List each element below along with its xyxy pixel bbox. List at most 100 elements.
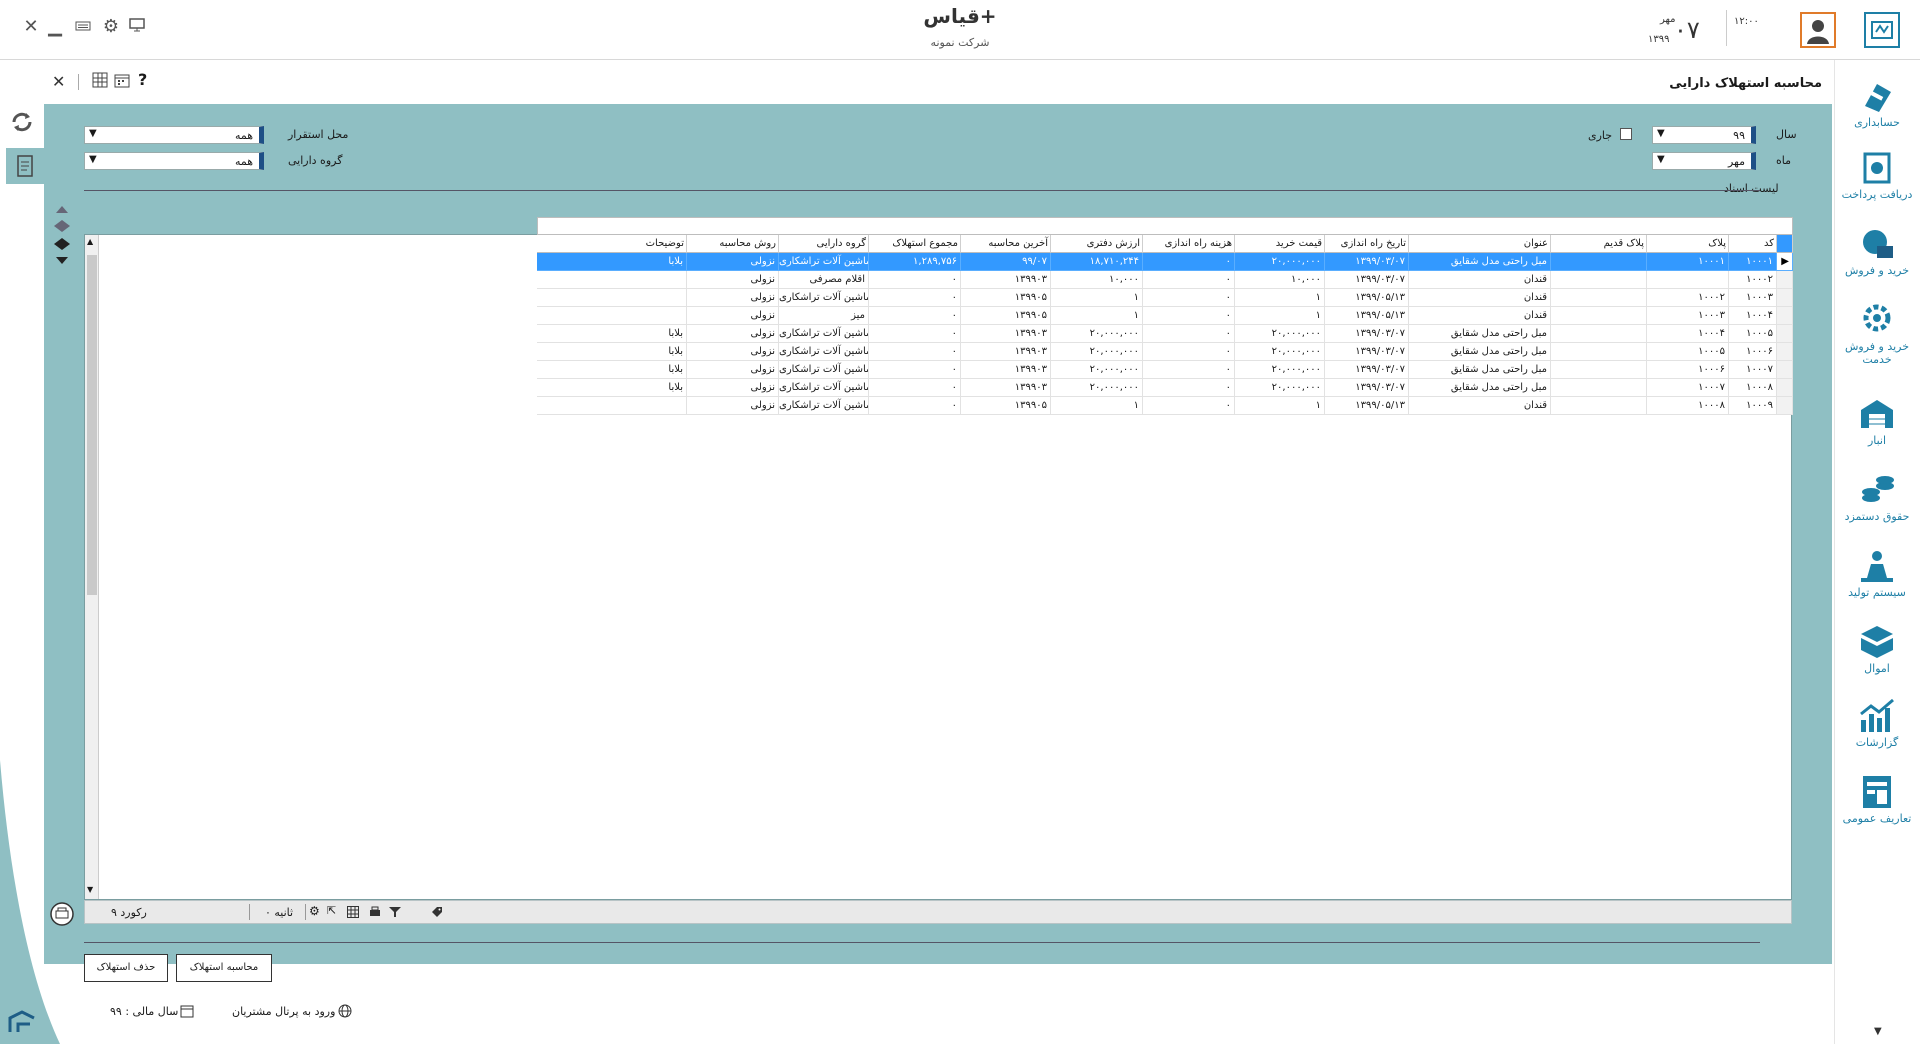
table-icon[interactable] <box>347 906 359 921</box>
row-indicator[interactable]: ▶ <box>1777 253 1793 271</box>
export-icon[interactable]: ⇱ <box>327 904 336 917</box>
column-header[interactable]: ارزش دفتری <box>1051 235 1143 253</box>
help-icon[interactable]: ? <box>138 70 147 89</box>
sidebar-item-sales[interactable]: خرید و فروش <box>1834 226 1920 277</box>
filter-icon[interactable] <box>389 906 401 921</box>
column-header[interactable]: روش محاسبه <box>687 235 779 253</box>
table-cell: نزولی <box>687 361 779 379</box>
definitions-icon <box>1834 774 1920 810</box>
scroll-up-icon[interactable]: ▲ <box>87 237 93 246</box>
column-header[interactable]: مجموع استهلاک <box>869 235 961 253</box>
customer-portal-link[interactable]: ورود به پرتال مشتریان <box>232 1005 335 1018</box>
grid-footer: ۹ رکورد ۰ ثانیه ⚙ ⇱ <box>84 900 1792 924</box>
column-header[interactable]: قیمت خرید <box>1235 235 1325 253</box>
sidebar-item-payment[interactable]: دریافت پرداخت <box>1834 150 1920 201</box>
table-cell: ۰ <box>869 397 961 415</box>
accounting-icon <box>1834 78 1920 114</box>
vertical-scrollbar[interactable]: ▲ ▼ <box>85 235 99 899</box>
chevron-down-icon[interactable]: ▼ <box>1874 1026 1882 1037</box>
tag-icon[interactable] <box>431 906 443 921</box>
column-header[interactable]: عنوان <box>1409 235 1551 253</box>
sidebar-item-label: اموال <box>1864 662 1890 675</box>
column-header[interactable]: کد <box>1729 235 1777 253</box>
monitor-icon[interactable] <box>126 16 148 38</box>
table-cell: ۱ <box>1235 289 1325 307</box>
date-month: مهر <box>1660 14 1676 25</box>
brand-logo-icon <box>4 1004 40 1040</box>
sidebar-item-payroll[interactable]: حقوق دستمزد <box>1834 472 1920 523</box>
sales-icon <box>1834 226 1920 262</box>
table-cell <box>537 307 687 325</box>
globe-icon[interactable] <box>338 1004 352 1021</box>
sidebar-item-accounting[interactable]: حسابداری <box>1834 78 1920 129</box>
table-cell: ۲۰,۰۰۰,۰۰۰ <box>1235 325 1325 343</box>
documents-grid[interactable]: کد پلاک پلاک قدیم عنوان تاریخ راه اندازی قیمت… <box>84 217 1793 900</box>
document-tab-icon[interactable] <box>6 148 44 184</box>
table-cell: ۲۰,۰۰۰,۰۰۰ <box>1235 253 1325 271</box>
row-indicator[interactable] <box>1777 289 1793 307</box>
table-cell: ۰ <box>869 361 961 379</box>
avatar[interactable] <box>1800 12 1836 48</box>
table-cell: ۱ <box>1051 289 1143 307</box>
grid-icon[interactable] <box>92 72 108 91</box>
print-icon[interactable] <box>369 906 381 921</box>
table-cell: ۲۰,۰۰۰,۰۰۰ <box>1051 361 1143 379</box>
column-header[interactable]: پلاک قدیم <box>1551 235 1647 253</box>
row-indicator[interactable] <box>1777 343 1793 361</box>
row-indicator[interactable] <box>1777 397 1793 415</box>
table-cell: ۱۳۹۹/۰۳/۰۷ <box>1325 379 1409 397</box>
app-logo-icon[interactable] <box>1864 12 1900 48</box>
column-header[interactable]: گروه دارایی <box>779 235 869 253</box>
month-select[interactable]: مهر ▼ <box>1652 152 1756 170</box>
scrollbar-thumb[interactable] <box>87 255 97 595</box>
table-cell: قندان <box>1409 307 1551 325</box>
table-cell: ۰ <box>869 343 961 361</box>
sidebar-item-warehouse[interactable]: انبار <box>1834 396 1920 447</box>
row-indicator[interactable] <box>1777 379 1793 397</box>
gear-icon[interactable]: ⚙ <box>100 16 122 38</box>
keyboard-icon[interactable] <box>72 16 94 38</box>
column-header[interactable]: پلاک <box>1647 235 1729 253</box>
table-cell: ماشین آلات تراشکاری <box>779 397 869 415</box>
row-indicator[interactable] <box>1777 361 1793 379</box>
table-cell: ۱,۲۸۹,۷۵۶ <box>869 253 961 271</box>
close-icon[interactable]: ✕ <box>52 72 70 91</box>
delete-depreciation-button[interactable]: حذف استهلاک <box>84 954 168 982</box>
refresh-icon[interactable] <box>8 108 36 136</box>
row-indicator[interactable] <box>1777 271 1793 289</box>
sidebar-item-label: دریافت پرداخت <box>1841 188 1913 201</box>
sidebar-item-reports[interactable]: گزارشات <box>1834 698 1920 749</box>
status-bar: سال مالی : ۹۹ ورود به پرتال مشتریان <box>44 994 1832 1044</box>
sidebar-item-production[interactable]: سیستم تولید <box>1834 548 1920 599</box>
row-indicator[interactable] <box>1777 307 1793 325</box>
calculate-depreciation-button[interactable]: محاسبه استهلاک <box>176 954 272 982</box>
column-header[interactable]: تاریخ راه اندازی <box>1325 235 1409 253</box>
year-select[interactable]: ۹۹ ▼ <box>1652 126 1756 144</box>
scroll-down-icon[interactable]: ▼ <box>87 885 93 894</box>
chevron-down-icon: ▼ <box>1657 154 1665 165</box>
column-header[interactable]: آخرین محاسبه <box>961 235 1051 253</box>
minimize-icon[interactable]: ▁ <box>44 16 66 38</box>
sidebar-item-assets[interactable]: اموال <box>1834 624 1920 675</box>
date-year: ۱۳۹۹ <box>1648 34 1670 45</box>
table-cell: ۱۰۰۰۷ <box>1729 361 1777 379</box>
close-icon[interactable]: ✕ <box>20 16 42 38</box>
calendar-icon[interactable] <box>114 72 130 91</box>
column-header[interactable]: توضیحات <box>537 235 687 253</box>
year-value: ۹۹ <box>1733 129 1745 142</box>
table-cell: ۱۳۹۹/۰۳/۰۷ <box>1325 253 1409 271</box>
row-indicator[interactable] <box>1777 325 1793 343</box>
row-navigator[interactable] <box>50 204 74 274</box>
page-header: محاسبه استهلاک دارایی ✕ ? <box>44 60 1832 104</box>
location-label: محل استقرار <box>288 128 349 141</box>
print-circle-icon[interactable] <box>50 902 74 926</box>
sidebar-item-service[interactable]: خرید و فروش خدمت <box>1834 302 1920 366</box>
assets-icon <box>1834 624 1920 660</box>
table-cell: نزولی <box>687 325 779 343</box>
sidebar-item-definitions[interactable]: تعاریف عمومی <box>1834 774 1920 825</box>
current-checkbox[interactable] <box>1620 128 1632 140</box>
location-select[interactable]: همه ▼ <box>84 126 264 144</box>
column-header[interactable]: هزینه راه اندازی <box>1143 235 1235 253</box>
group-select[interactable]: همه ▼ <box>84 152 264 170</box>
settings-icon[interactable]: ⚙ <box>309 904 320 918</box>
